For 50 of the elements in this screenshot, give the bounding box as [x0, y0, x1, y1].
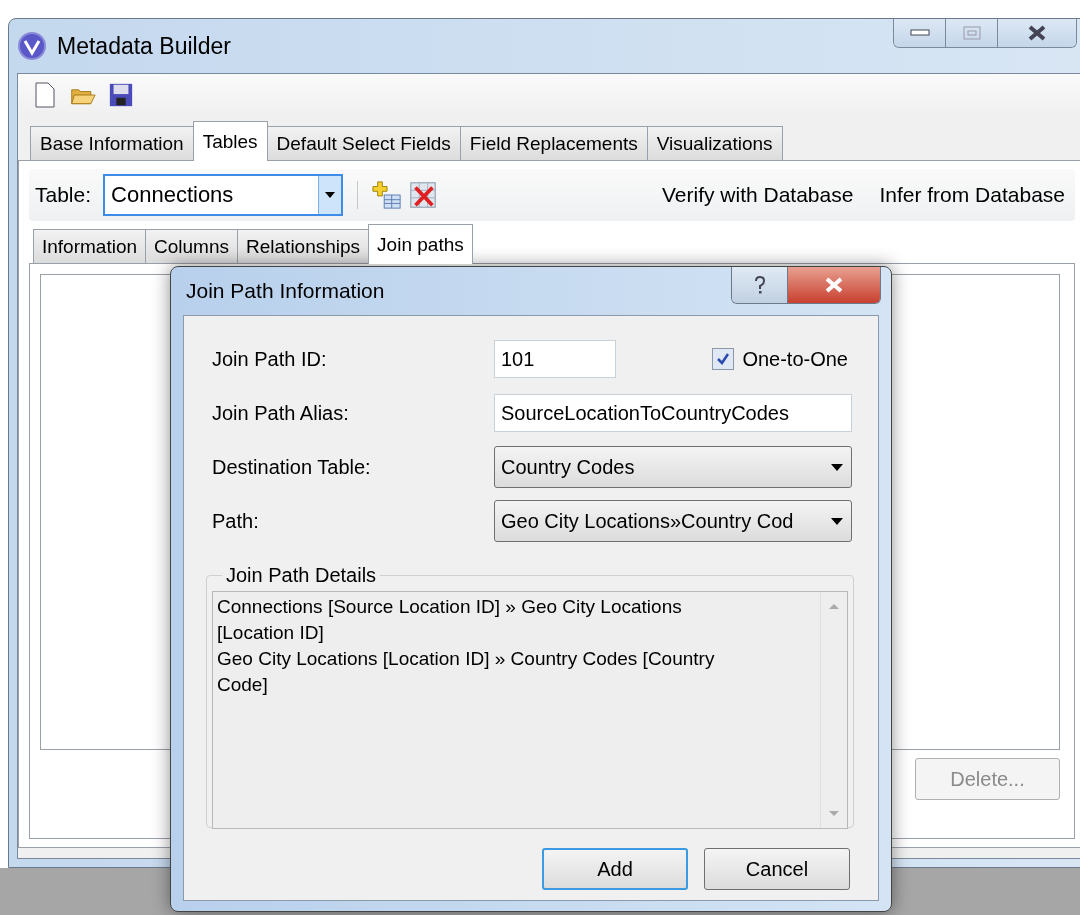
maximize-icon	[961, 25, 982, 41]
dialog-button[interactable]: Cancel	[704, 848, 850, 890]
minimize-button[interactable]	[894, 19, 946, 47]
caret-icon	[325, 192, 336, 198]
tab[interactable]: Field Replacements	[459, 126, 648, 160]
scroll-up-icon[interactable]	[828, 602, 840, 610]
dialog-button[interactable]: Add	[542, 848, 688, 890]
group-legend: Join Path Details	[222, 564, 381, 587]
help-icon	[752, 275, 767, 295]
close-icon	[1026, 24, 1048, 42]
caret-icon	[831, 463, 843, 471]
field-label: Destination Table:	[212, 455, 372, 479]
delete-table-icon[interactable]	[408, 180, 439, 210]
close-button[interactable]	[998, 19, 1076, 47]
close-icon	[824, 277, 844, 293]
add-table-icon[interactable]	[372, 180, 403, 210]
table-label: Table:	[35, 183, 92, 207]
checkmark-icon	[716, 352, 731, 366]
minimize-icon	[909, 29, 930, 37]
caret-icon	[831, 517, 843, 525]
dropdown[interactable]: Geo City Locations»Country Cod	[494, 500, 852, 542]
tab[interactable]: Visualizations	[646, 126, 783, 160]
field-label: Join Path Alias:	[212, 401, 350, 425]
toolbar-link[interactable]: Verify with Database	[661, 183, 854, 207]
field-label: Join Path ID:	[212, 347, 328, 371]
new-file-icon[interactable]	[32, 81, 58, 109]
table-dropdown[interactable]: Connections	[103, 174, 344, 216]
save-icon[interactable]	[108, 81, 134, 109]
dropdown[interactable]: Country Codes	[494, 446, 852, 488]
toolbar-link[interactable]: Infer from Database	[879, 183, 1065, 207]
help-button[interactable]	[732, 267, 788, 303]
scroll-down-icon[interactable]	[828, 810, 840, 818]
tab[interactable]: Default Select Fields	[266, 126, 461, 160]
tab[interactable]: Base Information	[30, 126, 194, 160]
tab[interactable]: Relationships	[237, 229, 370, 263]
close-button[interactable]	[788, 267, 880, 303]
details-text: Connections [Source Location ID] » Geo City Locations [Location ID] Geo City Locations [Location ID] » Country Codes [Country Code]	[216, 595, 716, 697]
tab[interactable]: Information	[33, 229, 147, 263]
globe-icon	[17, 31, 47, 61]
field-label: Path:	[212, 509, 260, 533]
window-title: Metadata Builder	[57, 32, 231, 60]
checkbox-label: One-to-One	[742, 347, 848, 371]
dialog-title: Join Path Information	[185, 279, 385, 303]
input-field[interactable]: SourceLocationToCountryCodes	[494, 394, 852, 432]
tab[interactable]: Tables	[192, 121, 268, 161]
input-field[interactable]: 101	[494, 340, 616, 378]
checkbox[interactable]	[712, 348, 735, 370]
maximize-button[interactable]	[946, 19, 998, 47]
tab[interactable]: Join paths	[368, 224, 473, 264]
tab[interactable]: Columns	[145, 229, 239, 263]
